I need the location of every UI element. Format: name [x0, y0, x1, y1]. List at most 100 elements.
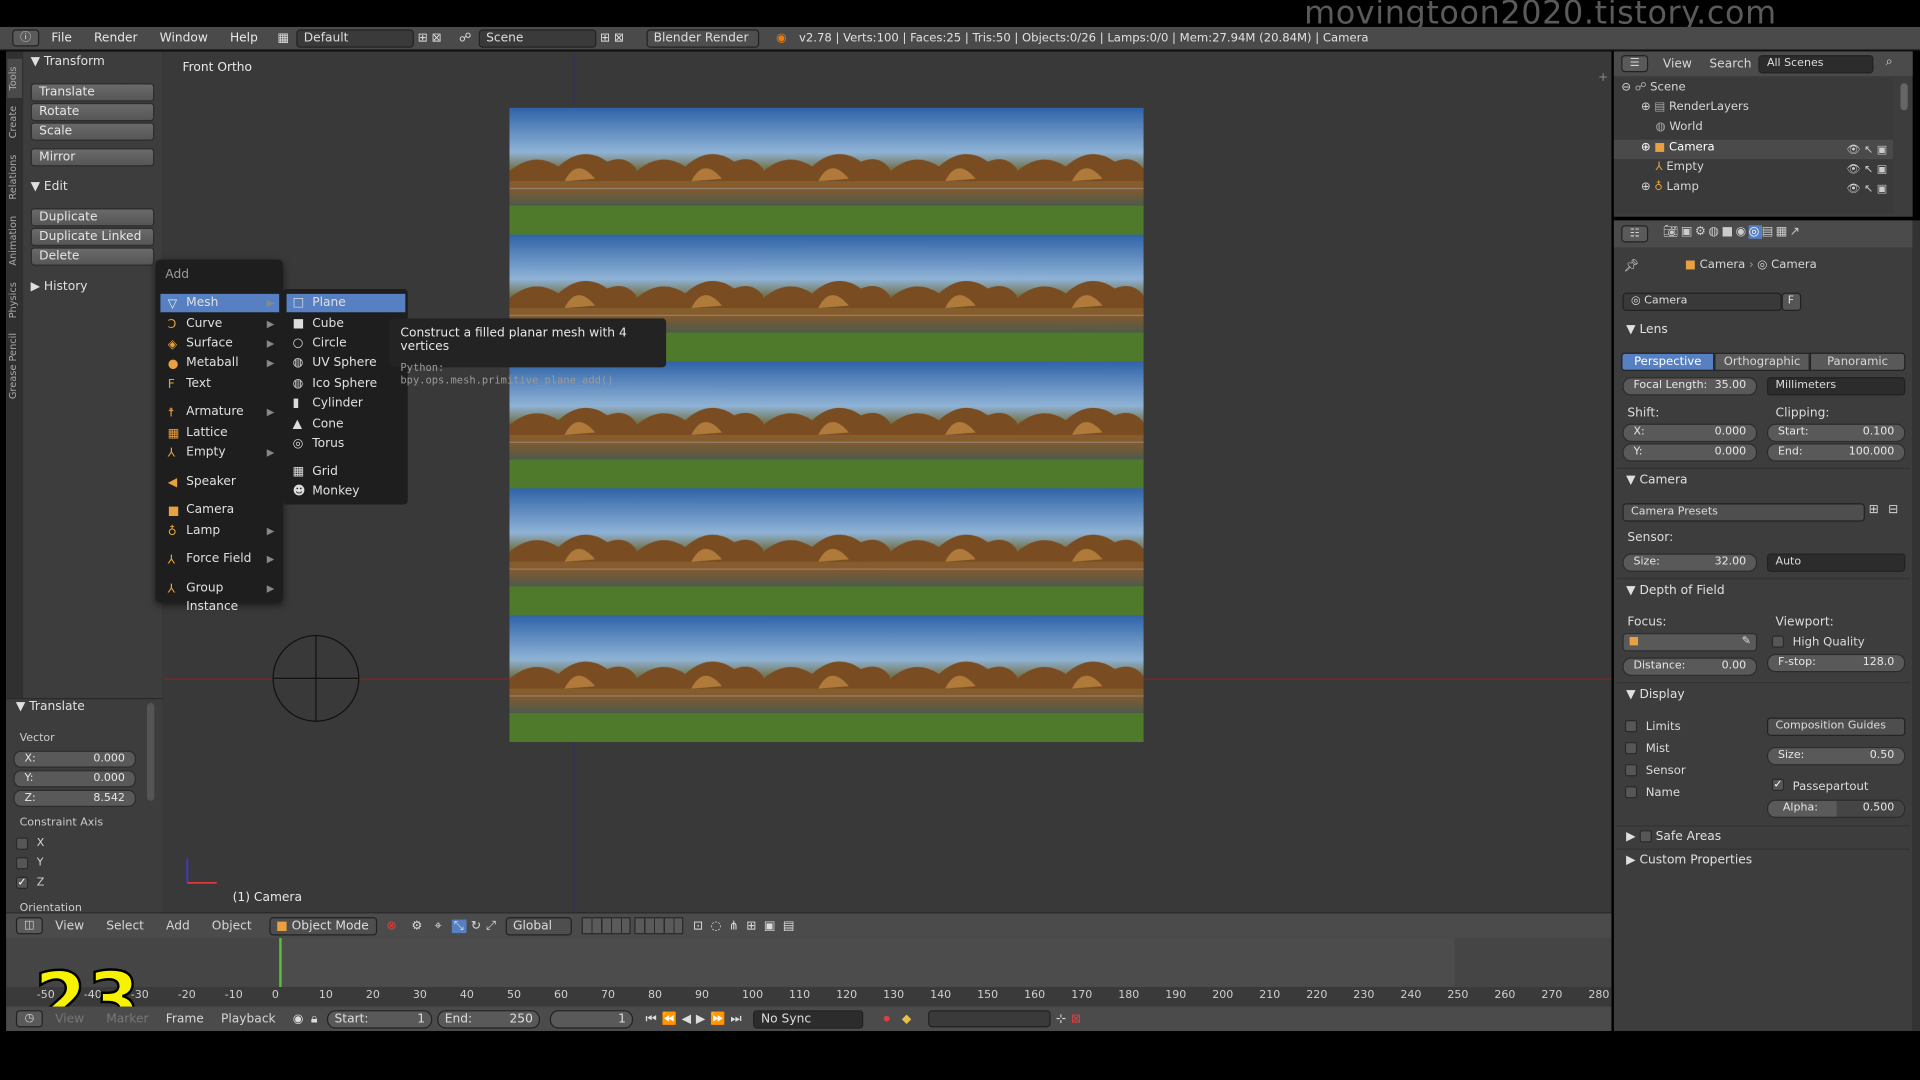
shift-x-field[interactable]: X: 0.000: [1622, 423, 1758, 443]
camera-panel-header[interactable]: ▼ Camera: [1626, 474, 1687, 487]
alpha-field[interactable]: Alpha: 0.500: [1766, 799, 1906, 818]
pivot-icon[interactable]: ⚙: [411, 919, 422, 932]
shading-icon[interactable]: ⊗: [386, 919, 396, 932]
edit-panel-header[interactable]: ▼ Edit: [31, 180, 68, 193]
mist-checkbox[interactable]: [1624, 742, 1638, 755]
focal-length-field[interactable]: Focal Length: 35.00: [1622, 377, 1758, 396]
display-size-field[interactable]: Size: 0.50: [1766, 746, 1906, 766]
menu-select[interactable]: Select: [106, 919, 144, 932]
visibility-icons[interactable]: 👁︎ ↖ ▣ 👁︎ ↖ ▣ 👁︎ ↖ ▣: [1847, 141, 1888, 200]
sensor-size-field[interactable]: Size: 32.00: [1622, 553, 1758, 572]
lens-tab-perspective[interactable]: Perspective: [1621, 352, 1715, 372]
scale-manipulator-icon[interactable]: ⤢: [486, 919, 496, 932]
sensor-checkbox[interactable]: [1624, 764, 1638, 777]
safe-areas-panel-header[interactable]: ▶ Safe Areas: [1626, 830, 1721, 844]
tab-animation[interactable]: Animation: [7, 211, 22, 272]
constraint-y-checkbox[interactable]: [15, 857, 29, 870]
keying-field[interactable]: [928, 1010, 1051, 1028]
pin-icon[interactable]: 📌︎: [1624, 260, 1640, 273]
translate-manipulator-icon[interactable]: ⤡: [451, 918, 466, 933]
current-frame-field[interactable]: 1: [550, 1009, 634, 1028]
menu-item-empty[interactable]: ⅄ Empty ▶: [160, 443, 279, 461]
scene-icon[interactable]: ☍: [459, 31, 471, 44]
timeline-editor-icon[interactable]: ◷: [15, 1010, 43, 1028]
high-quality-checkbox[interactable]: [1771, 635, 1785, 648]
timeline-menu-frame[interactable]: Frame: [166, 1012, 204, 1025]
scale-button[interactable]: Scale: [30, 122, 155, 141]
menu-item-text[interactable]: F Text: [160, 375, 279, 393]
menu-file[interactable]: File: [51, 31, 71, 44]
duplicate-linked-button[interactable]: Duplicate Linked: [30, 227, 155, 247]
editor-type-icon[interactable]: ⓘ: [12, 29, 40, 47]
outliner-filter-select[interactable]: All Scenes: [1758, 55, 1874, 74]
vector-x-field[interactable]: X: 0.000: [13, 750, 136, 768]
viewport-plus-icon[interactable]: +: [1598, 71, 1608, 84]
snap-icon[interactable]: ⋔: [729, 919, 739, 932]
limits-checkbox[interactable]: [1624, 720, 1638, 733]
camera-datablock-field[interactable]: ◎ Camera: [1622, 292, 1782, 312]
tab-relations[interactable]: Relations: [7, 149, 22, 205]
shift-y-field[interactable]: Y: 0.000: [1622, 443, 1758, 462]
lens-panel-header[interactable]: ▼ Lens: [1626, 323, 1668, 336]
layout-field[interactable]: Default: [296, 28, 414, 48]
outliner-item-scene[interactable]: ⊖ ☍ Scene: [1621, 81, 1685, 94]
clip-end-field[interactable]: End: 100.000: [1766, 443, 1906, 462]
duplicate-button[interactable]: Duplicate: [30, 208, 155, 227]
vector-y-field[interactable]: Y: 0.000: [13, 770, 136, 788]
mirror-button[interactable]: Mirror: [30, 148, 155, 167]
composition-guides-select[interactable]: Composition Guides: [1766, 717, 1906, 736]
menu-render[interactable]: Render: [94, 31, 138, 44]
translate-button[interactable]: Translate: [30, 83, 155, 102]
menu-item-mesh[interactable]: ▽ Mesh ▶: [160, 293, 280, 313]
layout-remove-icon[interactable]: ⊠: [432, 31, 442, 44]
jump-key-forward-icon[interactable]: ⏩: [710, 1012, 725, 1025]
sensor-fit-select[interactable]: Auto: [1766, 553, 1906, 572]
timeline-menu-marker[interactable]: Marker: [106, 1012, 148, 1025]
menu-help[interactable]: Help: [230, 31, 258, 44]
operator-panel-header[interactable]: ▼ Translate: [16, 700, 85, 713]
fake-user-button[interactable]: F: [1781, 292, 1802, 312]
outliner-menu-view[interactable]: View: [1663, 58, 1692, 71]
transform-orientation-select[interactable]: Global: [505, 916, 572, 935]
tab-physics[interactable]: Physics: [7, 277, 22, 324]
outliner-item-renderlayers[interactable]: ⊕ ▤ RenderLayers: [1641, 100, 1749, 113]
focus-distance-field[interactable]: Distance: 0.00: [1622, 657, 1758, 676]
scene-field[interactable]: Scene: [478, 28, 597, 48]
end-frame-field[interactable]: End: 250: [437, 1009, 541, 1028]
timeline-cursor[interactable]: [279, 937, 282, 987]
scene-remove-icon[interactable]: ⊠: [614, 31, 624, 44]
mesh-item-cylinder[interactable]: ▮ Cylinder: [287, 394, 406, 412]
empty-object[interactable]: [271, 633, 362, 724]
name-checkbox[interactable]: [1624, 786, 1638, 799]
jump-end-icon[interactable]: ⏭: [730, 1012, 741, 1025]
preset-remove-icon[interactable]: ⊟: [1888, 503, 1898, 516]
menu-item-force-field[interactable]: ⅄ Force Field ▶: [160, 550, 279, 568]
outliner-search-icon[interactable]: ⌕: [1886, 55, 1893, 68]
start-frame-field[interactable]: Start: 1: [327, 1009, 433, 1028]
timeline-menu-playback[interactable]: Playback: [221, 1012, 276, 1025]
focus-object-field[interactable]: ■ ✎: [1622, 633, 1758, 652]
lens-unit-select[interactable]: Millimeters: [1766, 377, 1906, 396]
play-icon[interactable]: ▶: [696, 1012, 705, 1025]
mesh-item-cone[interactable]: ▲ Cone: [287, 415, 406, 433]
outliner-item-lamp[interactable]: ⊕ ♁ Lamp: [1641, 180, 1699, 193]
lens-tab-panoramic[interactable]: Panoramic: [1809, 352, 1906, 372]
delete-key-icon[interactable]: ⊠: [1071, 1012, 1081, 1025]
menu-item-armature[interactable]: ☨ Armature ▶: [160, 403, 279, 421]
scene-add-icon[interactable]: ⊞: [600, 31, 610, 44]
history-panel-header[interactable]: ▶ History: [31, 280, 88, 293]
mesh-item-plane[interactable]: □ Plane: [286, 293, 406, 313]
vector-z-field[interactable]: Z: 8.542: [13, 789, 136, 807]
menu-item-surface[interactable]: ◈ Surface ▶: [160, 334, 279, 352]
outliner-menu-search[interactable]: Search: [1709, 58, 1751, 71]
layers-grid-2[interactable]: [634, 917, 684, 935]
menu-view[interactable]: View: [55, 919, 84, 932]
passepartout-checkbox[interactable]: ✓: [1771, 778, 1785, 792]
display-panel-header[interactable]: ▼ Display: [1626, 688, 1684, 701]
menu-item-metaball[interactable]: ● Metaball ▶: [160, 354, 279, 372]
mesh-item-cube[interactable]: ■ Cube: [287, 315, 406, 333]
rotate-button[interactable]: Rotate: [30, 102, 155, 122]
render-preview-icon[interactable]: ▣: [764, 919, 776, 932]
lock-icon[interactable]: 🔒︎: [311, 1012, 318, 1025]
sync-mode-select[interactable]: No Sync: [753, 1009, 864, 1028]
